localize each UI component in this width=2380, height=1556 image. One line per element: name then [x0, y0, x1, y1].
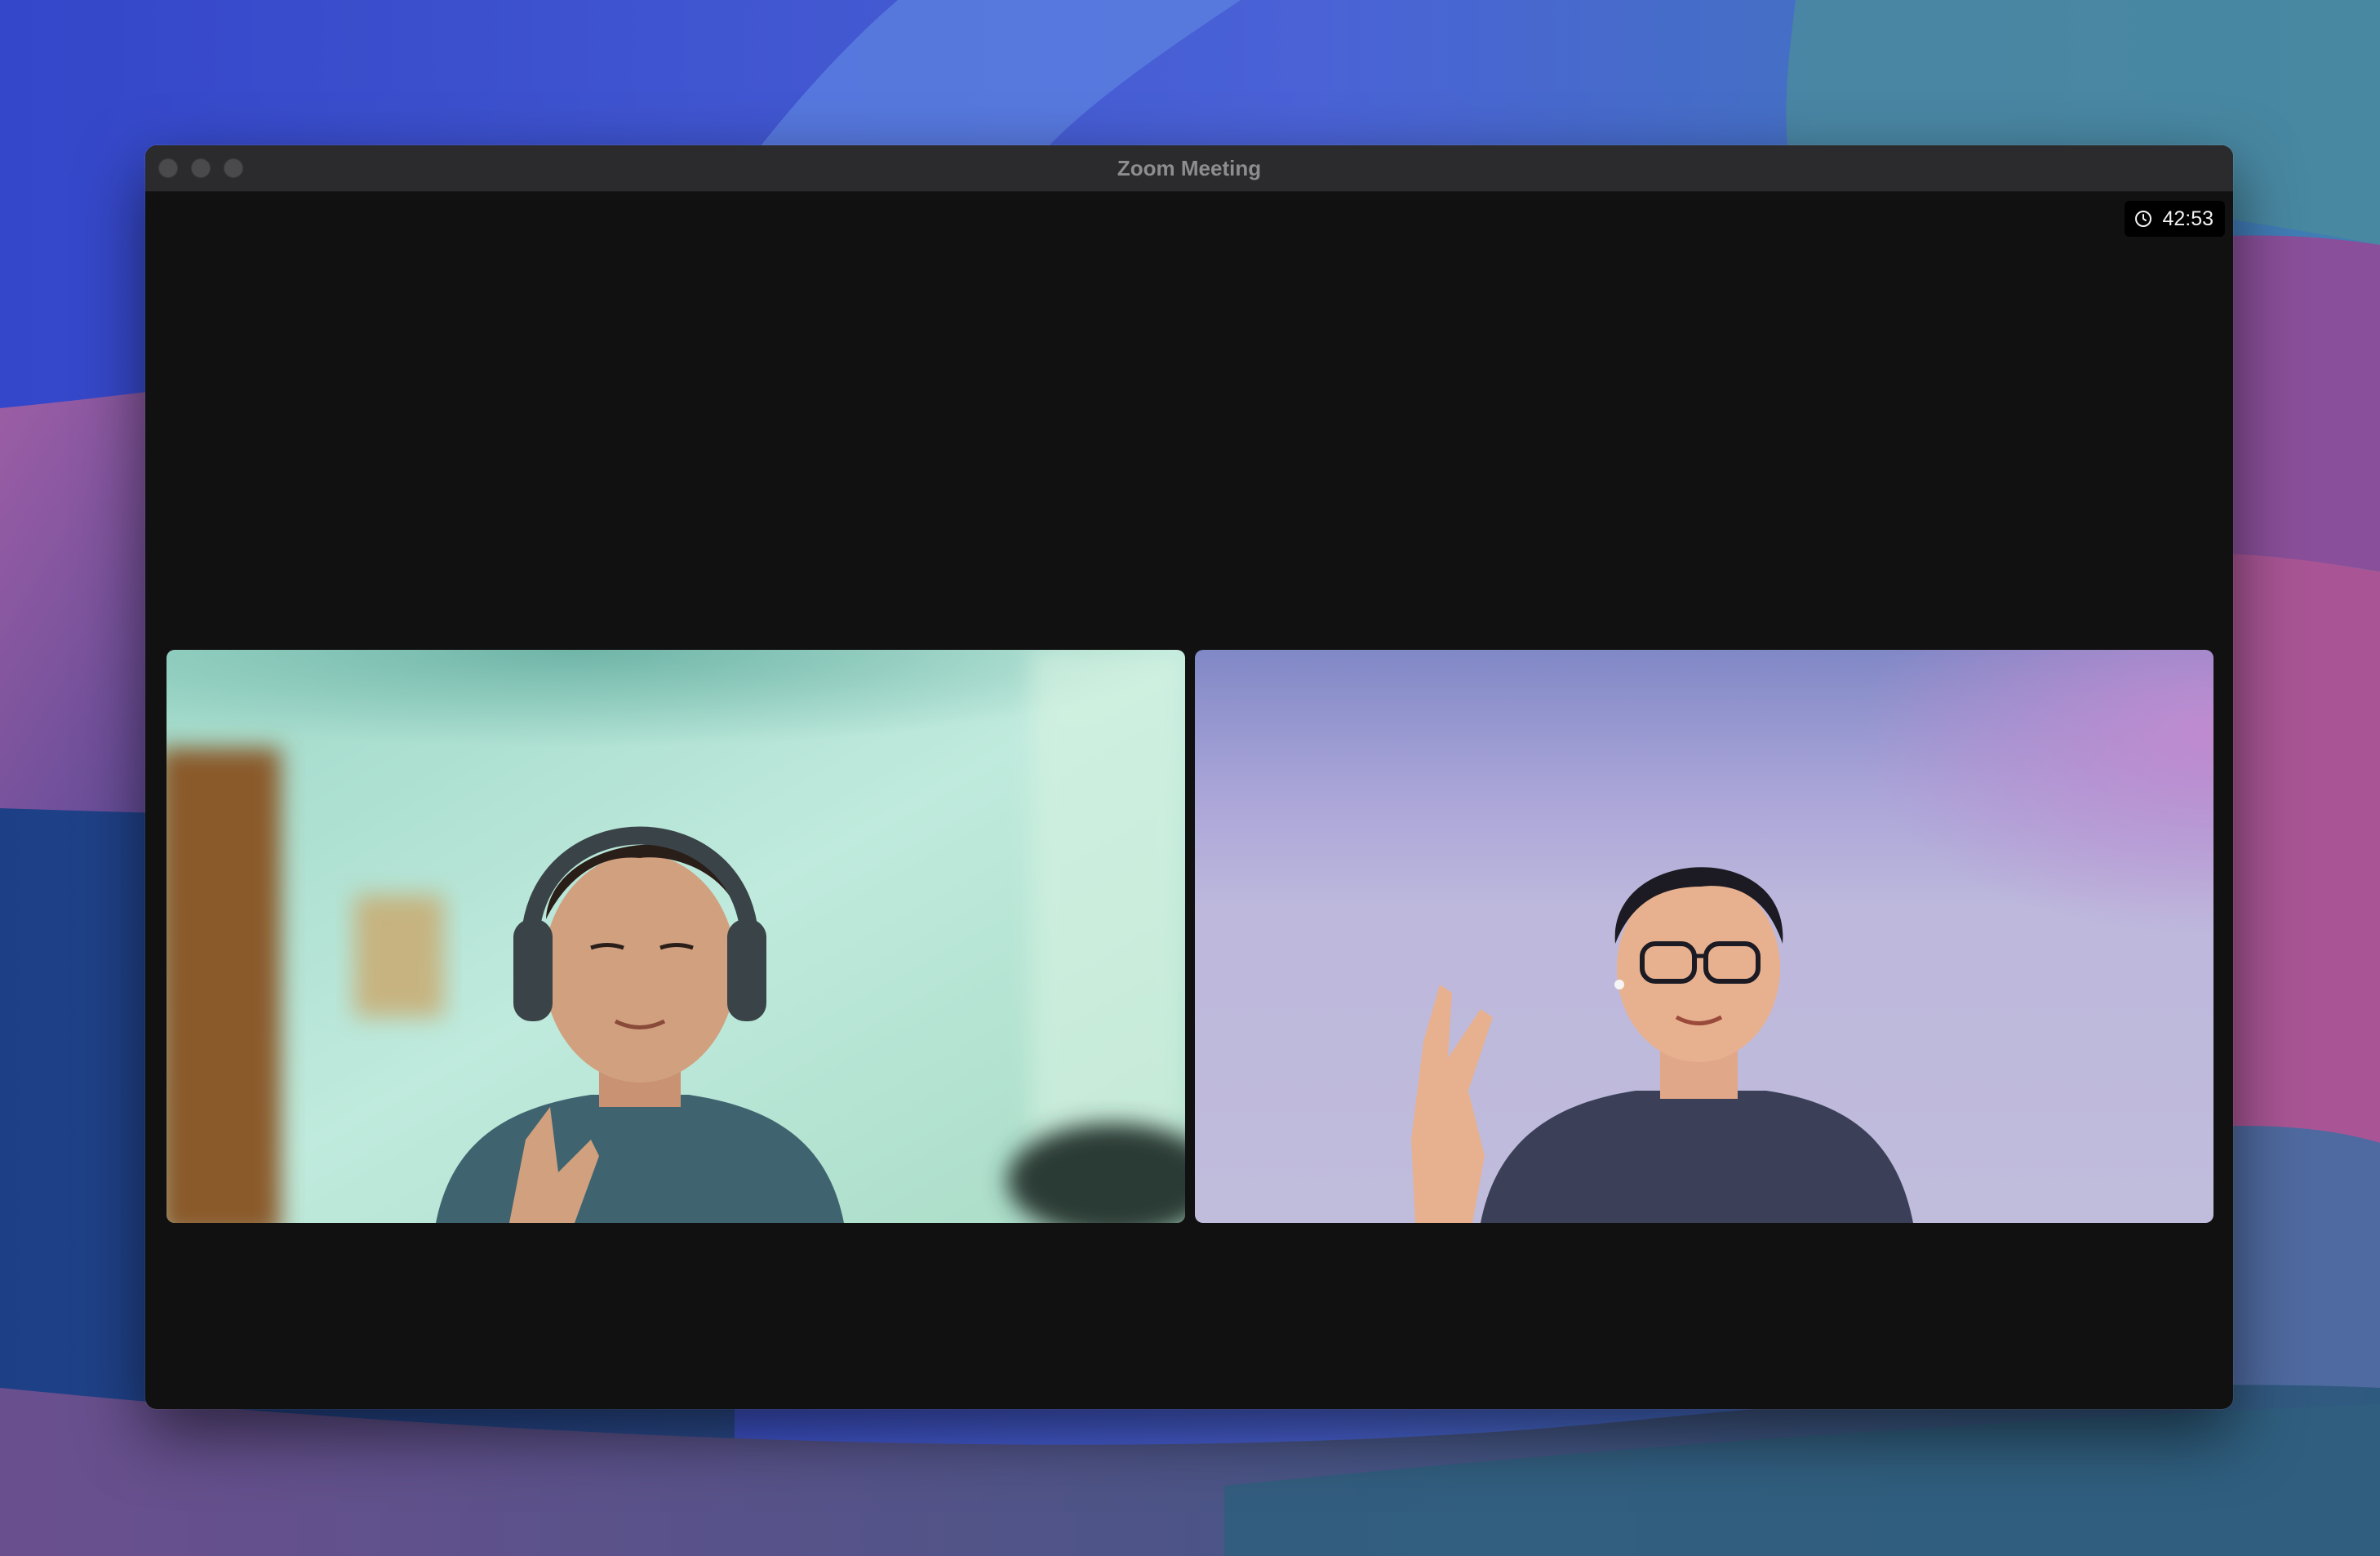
participant-video-feed	[167, 650, 1185, 1223]
meeting-timer[interactable]: 42:53	[2125, 201, 2225, 237]
window-title: Zoom Meeting	[1117, 156, 1262, 180]
window-titlebar[interactable]: Zoom Meeting	[145, 145, 2233, 192]
desktop: Zoom Meeting 42:53	[0, 0, 2380, 1556]
participant-video-tile-1[interactable]	[167, 650, 1185, 1223]
participant-video-tile-2[interactable]	[1195, 650, 2213, 1223]
zoom-meeting-window: Zoom Meeting 42:53	[145, 145, 2233, 1409]
clock-icon	[2135, 211, 2152, 227]
meeting-elapsed-time: 42:53	[2162, 207, 2213, 230]
participant-video-feed	[1195, 650, 2213, 1223]
